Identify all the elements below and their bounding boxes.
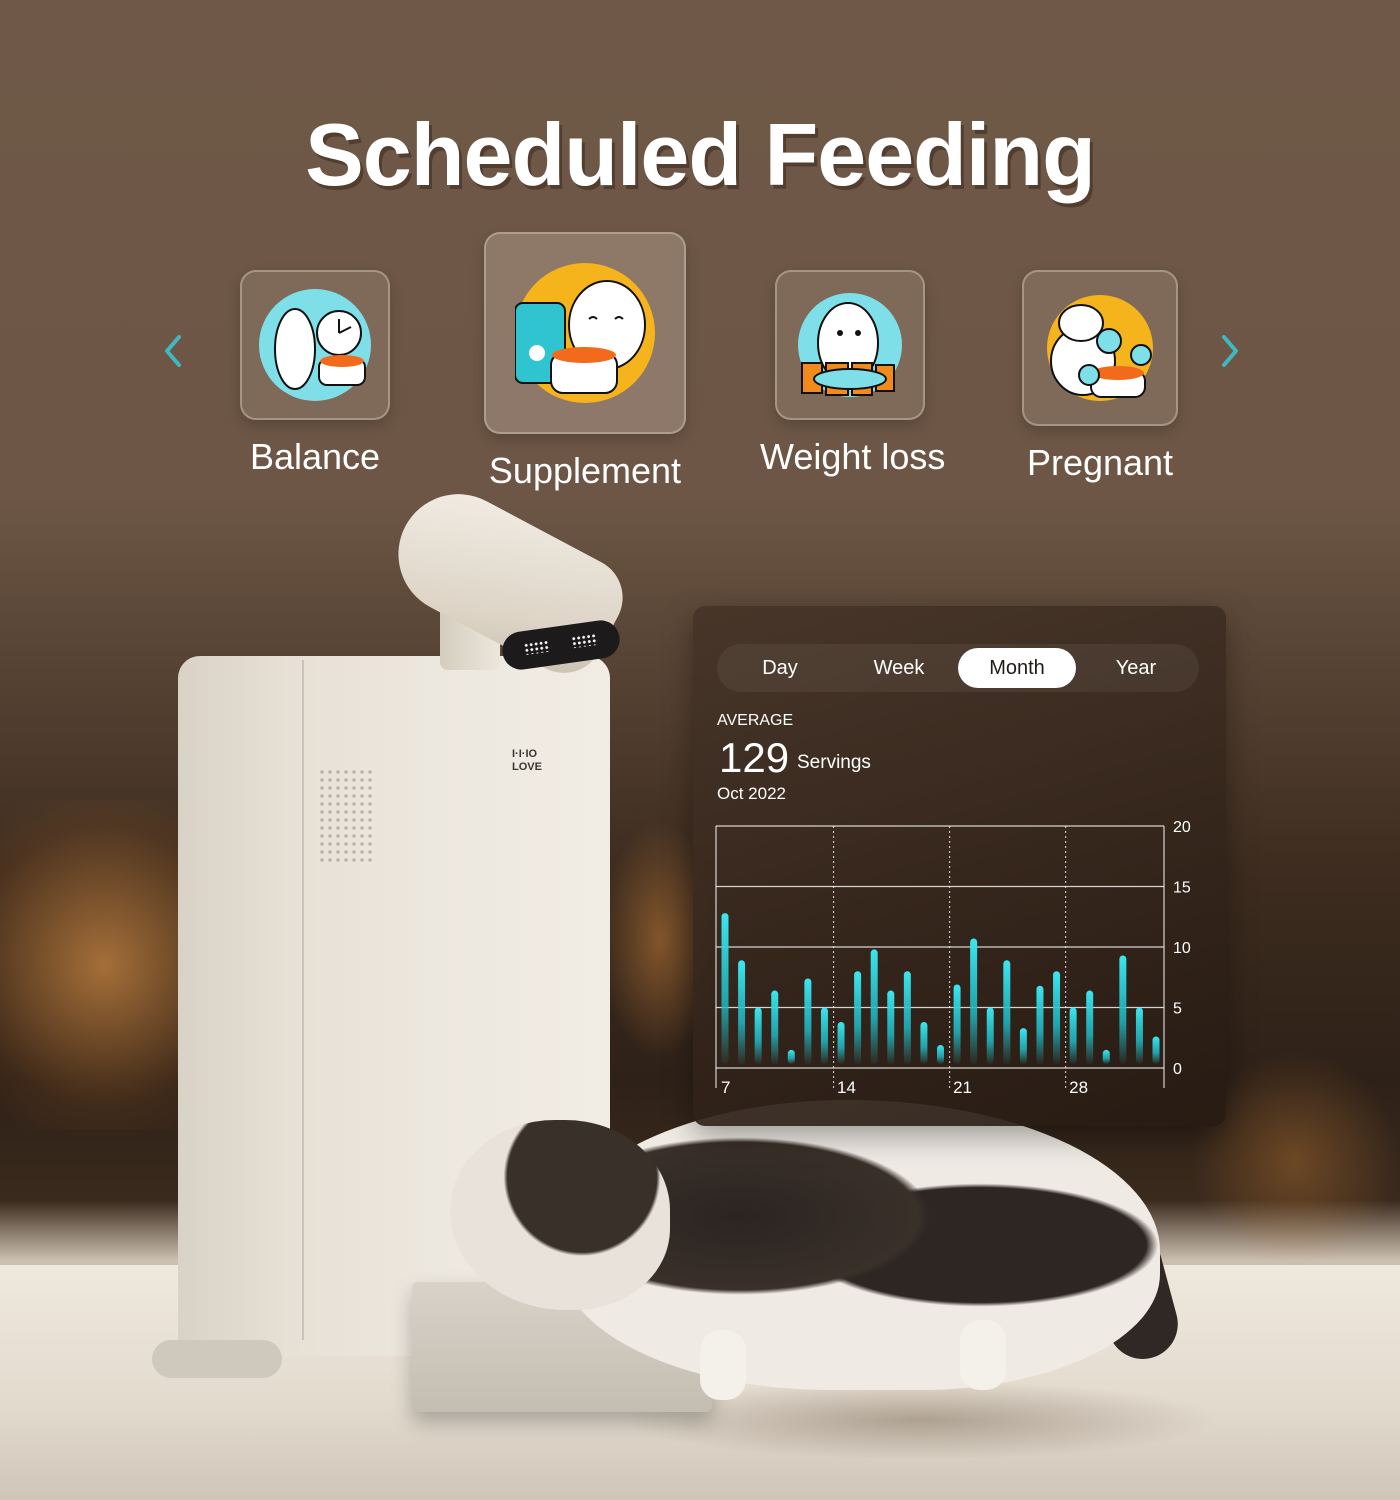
cat-with-fish-icon [798, 293, 902, 397]
bar [820, 1007, 828, 1064]
bar [920, 1022, 928, 1064]
feeding-stats-panel: Day Week Month Year AVERAGE 129 Servings… [693, 606, 1226, 1126]
carousel-next-button[interactable] [1210, 330, 1250, 376]
bar [937, 1045, 944, 1064]
x-tick-label: 21 [953, 1078, 972, 1097]
x-tick-label: 28 [1069, 1078, 1088, 1097]
brand-logo-mark: I·I·IO [512, 748, 538, 760]
bar [1152, 1036, 1160, 1064]
y-tick-label: 0 [1173, 1061, 1182, 1078]
chevron-right-icon [1222, 335, 1238, 367]
bar [1102, 1049, 1110, 1064]
brand-logo: I·I·IO LOVE [512, 748, 542, 774]
y-tick-label: 15 [1173, 880, 1191, 897]
bar [754, 1007, 762, 1064]
bar [970, 938, 978, 1064]
kitten-leg [960, 1320, 1006, 1390]
bar [787, 1049, 795, 1064]
bar [854, 971, 862, 1064]
bar [1069, 1007, 1077, 1064]
kitten-leg [700, 1330, 746, 1400]
mode-label: Pregnant [1026, 442, 1174, 483]
brand-logo-text: LOVE [512, 761, 542, 773]
mode-label: Balance [249, 436, 381, 477]
x-tick-label: 14 [837, 1078, 856, 1097]
bar [1119, 955, 1127, 1064]
servings-bar-chart: 0 5 10 15 20 7 14 21 28 [715, 819, 1191, 1097]
mode-tile [240, 270, 390, 420]
mode-pregnant[interactable]: Pregnant [1010, 270, 1190, 484]
mode-tile [484, 232, 686, 434]
bar [837, 1022, 845, 1064]
bar [1036, 985, 1044, 1064]
mode-balance[interactable]: Balance [225, 270, 405, 478]
y-tick-label: 20 [1173, 819, 1191, 836]
bar [721, 913, 729, 1064]
carousel-prev-button[interactable] [153, 330, 193, 376]
mode-label: Supplement [488, 450, 682, 491]
bar [1135, 1007, 1143, 1064]
mode-weight-loss[interactable]: Weight loss [760, 270, 946, 478]
bar [804, 978, 812, 1064]
mode-tile [775, 270, 925, 420]
mode-tile [1022, 270, 1178, 426]
bar [771, 990, 779, 1064]
chevron-left-icon [165, 335, 181, 367]
bar [1053, 971, 1061, 1064]
y-tick-label: 5 [1173, 1001, 1182, 1018]
cat-with-food-bag-icon [514, 263, 655, 403]
mode-label: Weight loss [760, 436, 946, 477]
bar [887, 990, 895, 1064]
x-tick-label: 7 [721, 1078, 730, 1097]
bar [986, 1007, 994, 1064]
pregnant-cat-with-fish-bubbles-icon [1047, 295, 1153, 401]
bar [1019, 1028, 1027, 1064]
bar [953, 984, 961, 1064]
feeder-seam [302, 660, 304, 1340]
bar [870, 949, 878, 1064]
cat-with-clock-and-bowl-icon [259, 289, 371, 401]
bar [903, 971, 911, 1064]
y-tick-label: 10 [1173, 940, 1191, 957]
mode-supplement[interactable]: Supplement [470, 232, 700, 492]
bar [1086, 990, 1094, 1064]
page-title: Scheduled Feeding [305, 105, 1096, 204]
speaker-grille [318, 768, 374, 864]
bar [738, 960, 746, 1064]
bar [1003, 960, 1011, 1064]
feeder-foot [152, 1340, 282, 1378]
